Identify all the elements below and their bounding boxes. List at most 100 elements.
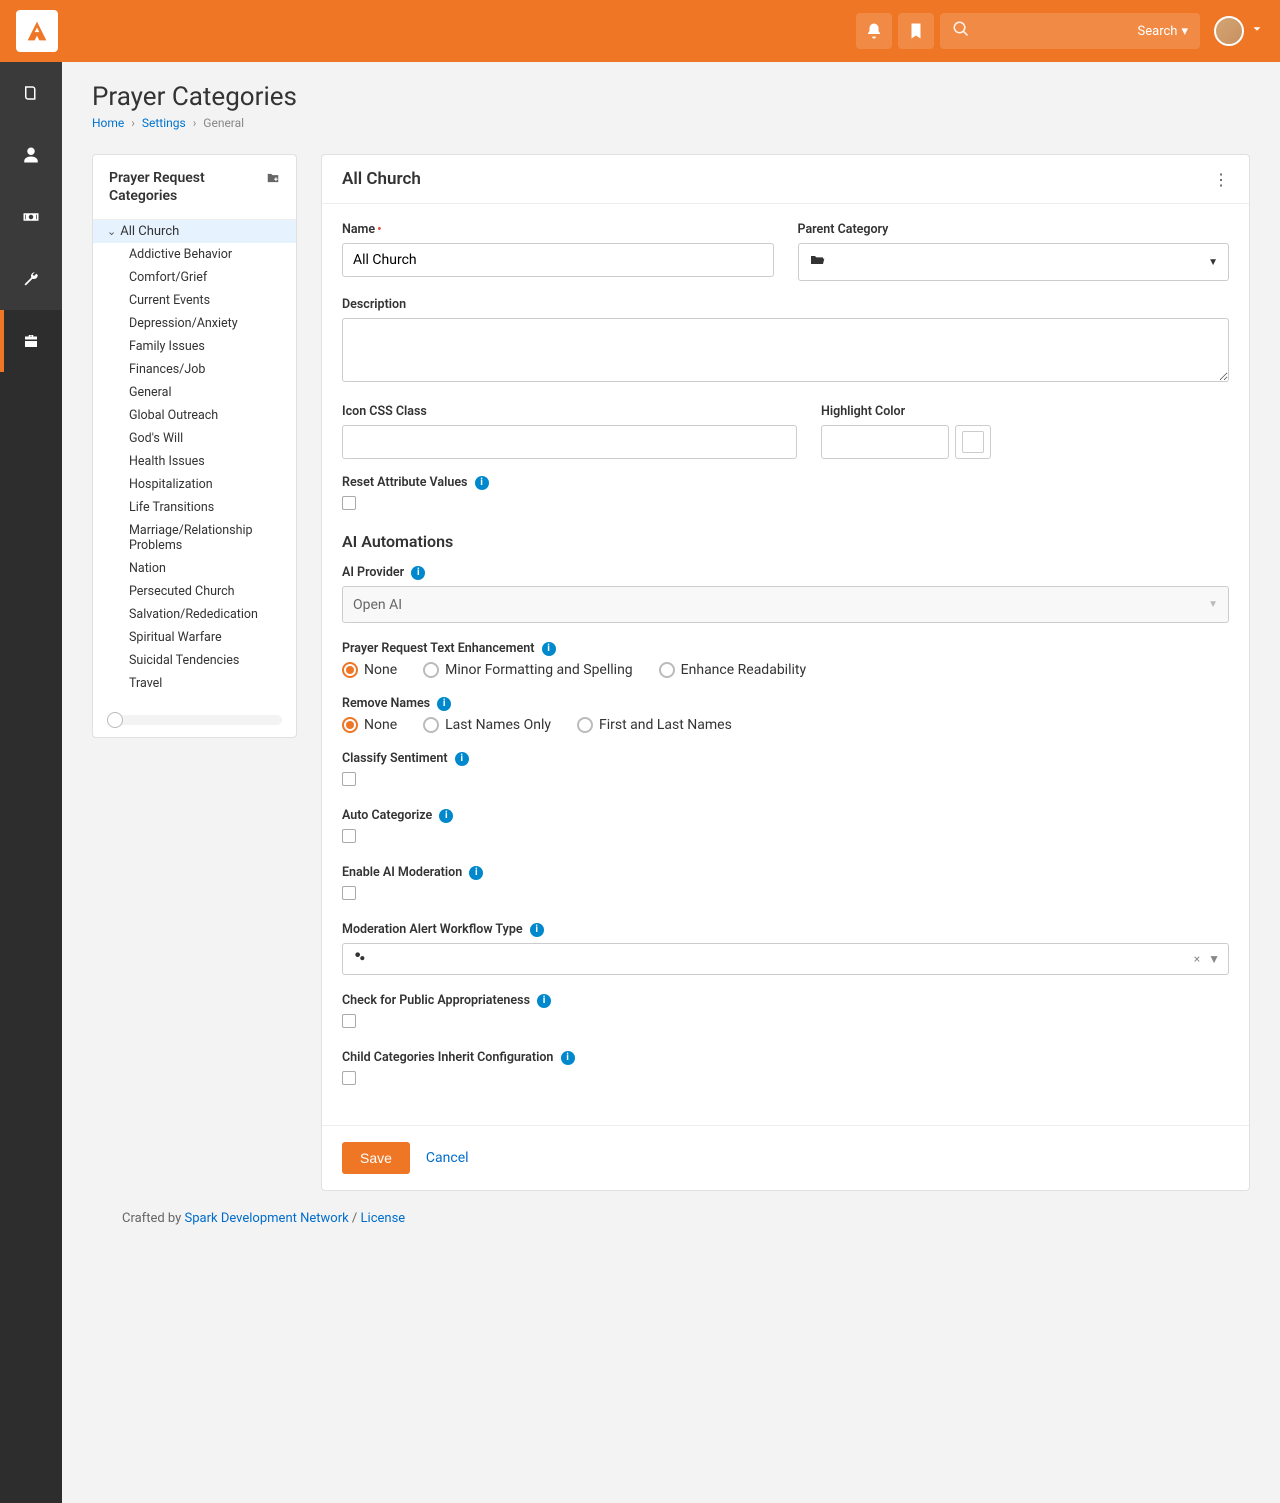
- footer-org-link[interactable]: Spark Development Network: [185, 1211, 349, 1226]
- radio-option[interactable]: Last Names Only: [423, 717, 551, 733]
- radio-option[interactable]: None: [342, 717, 397, 733]
- radio-option[interactable]: First and Last Names: [577, 717, 732, 733]
- tree-item[interactable]: Travel: [93, 672, 296, 695]
- search-input-wrap[interactable]: Search ▾: [940, 13, 1200, 49]
- search-icon: [952, 20, 970, 42]
- enable-moderation-label: Enable AI Moderation i: [342, 865, 1229, 880]
- tree-item[interactable]: Spiritual Warfare: [93, 626, 296, 649]
- tree-item[interactable]: Salvation/Rededication: [93, 603, 296, 626]
- name-label: Name•: [342, 222, 774, 237]
- nav-item-person[interactable]: [0, 124, 62, 186]
- page-title: Prayer Categories: [92, 82, 1250, 112]
- tree-item[interactable]: Global Outreach: [93, 404, 296, 427]
- nav-item-wrench[interactable]: [0, 248, 62, 310]
- save-button[interactable]: Save: [342, 1142, 410, 1174]
- tree-root-item[interactable]: ⌄ All Church: [93, 220, 296, 243]
- description-input[interactable]: [342, 318, 1229, 382]
- search-dropdown[interactable]: Search ▾: [1138, 24, 1188, 39]
- public-appropriateness-label: Check for Public Appropriateness i: [342, 993, 1229, 1008]
- highlight-color-label: Highlight Color: [821, 404, 1229, 419]
- tree-item[interactable]: Health Issues: [93, 450, 296, 473]
- auto-categorize-checkbox[interactable]: [342, 829, 356, 843]
- workflow-type-picker[interactable]: × ▼: [342, 943, 1229, 975]
- user-menu-caret[interactable]: [1250, 20, 1264, 42]
- radio-dot: [577, 717, 593, 733]
- reset-attributes-label: Reset Attribute Values i: [342, 475, 1229, 490]
- radio-dot: [342, 717, 358, 733]
- add-folder-icon[interactable]: [266, 171, 280, 189]
- tree-item[interactable]: Persecuted Church: [93, 580, 296, 603]
- breadcrumb: Home › Settings › General: [92, 116, 1250, 130]
- avatar[interactable]: [1214, 16, 1244, 46]
- category-tree: ⌄ All Church Addictive BehaviorComfort/G…: [93, 220, 296, 703]
- tree-item[interactable]: General: [93, 381, 296, 404]
- info-icon[interactable]: i: [455, 752, 469, 766]
- info-icon[interactable]: i: [411, 566, 425, 580]
- nav-item-book[interactable]: [0, 62, 62, 124]
- classify-sentiment-checkbox[interactable]: [342, 772, 356, 786]
- classify-sentiment-label: Classify Sentiment i: [342, 751, 1229, 766]
- tree-item[interactable]: Comfort/Grief: [93, 266, 296, 289]
- tree-item[interactable]: Addictive Behavior: [93, 243, 296, 266]
- info-icon[interactable]: i: [537, 994, 551, 1008]
- info-icon[interactable]: i: [469, 866, 483, 880]
- ai-provider-select[interactable]: Open AI ▼: [342, 586, 1229, 623]
- tree-scrollbar[interactable]: [93, 703, 296, 737]
- reset-attributes-checkbox[interactable]: [342, 496, 356, 510]
- name-input[interactable]: [342, 243, 774, 277]
- color-swatch[interactable]: [955, 425, 991, 459]
- breadcrumb-settings[interactable]: Settings: [142, 116, 186, 130]
- tree-item[interactable]: Marriage/Relationship Problems: [93, 519, 296, 557]
- info-icon[interactable]: i: [437, 697, 451, 711]
- cancel-button[interactable]: Cancel: [426, 1150, 469, 1166]
- tree-item[interactable]: Family Issues: [93, 335, 296, 358]
- highlight-color-input[interactable]: [821, 425, 949, 459]
- tree-item[interactable]: Suicidal Tendencies: [93, 649, 296, 672]
- clear-icon[interactable]: ×: [1194, 952, 1200, 966]
- inherit-config-checkbox[interactable]: [342, 1071, 356, 1085]
- description-label: Description: [342, 297, 1229, 312]
- auto-categorize-label: Auto Categorize i: [342, 808, 1229, 823]
- info-icon[interactable]: i: [439, 809, 453, 823]
- app-logo[interactable]: [16, 10, 58, 52]
- tree-item[interactable]: God's Will: [93, 427, 296, 450]
- category-editor: All Church ⋮ Name• Parent Category: [321, 154, 1250, 1191]
- icon-css-label: Icon CSS Class: [342, 404, 797, 419]
- tree-item[interactable]: Depression/Anxiety: [93, 312, 296, 335]
- bookmark-icon[interactable]: [898, 13, 934, 49]
- enable-moderation-checkbox[interactable]: [342, 886, 356, 900]
- breadcrumb-home[interactable]: Home: [92, 116, 124, 130]
- info-icon[interactable]: i: [530, 923, 544, 937]
- radio-option[interactable]: Enhance Readability: [659, 662, 806, 678]
- breadcrumb-current: General: [203, 116, 244, 130]
- tree-item[interactable]: Finances/Job: [93, 358, 296, 381]
- radio-dot: [423, 717, 439, 733]
- category-tree-panel: Prayer Request Categories ⌄ All Church A…: [92, 154, 297, 738]
- radio-dot: [423, 662, 439, 678]
- tree-item[interactable]: Life Transitions: [93, 496, 296, 519]
- parent-category-label: Parent Category: [798, 222, 1230, 237]
- nav-item-toolbox[interactable]: [0, 310, 62, 372]
- notifications-icon[interactable]: [856, 13, 892, 49]
- info-icon[interactable]: i: [475, 476, 489, 490]
- info-icon[interactable]: i: [542, 642, 556, 656]
- public-appropriateness-checkbox[interactable]: [342, 1014, 356, 1028]
- remove-names-label: Remove Names i: [342, 696, 1229, 711]
- tree-item[interactable]: Nation: [93, 557, 296, 580]
- caret-down-icon: ▼: [1208, 257, 1218, 268]
- text-enhancement-label: Prayer Request Text Enhancement i: [342, 641, 1229, 656]
- left-nav: [0, 62, 62, 1503]
- radio-option[interactable]: Minor Formatting and Spelling: [423, 662, 633, 678]
- icon-css-input[interactable]: [342, 425, 797, 459]
- kebab-menu-icon[interactable]: ⋮: [1213, 170, 1229, 189]
- info-icon[interactable]: i: [561, 1051, 575, 1065]
- radio-option[interactable]: None: [342, 662, 397, 678]
- nav-item-money[interactable]: [0, 186, 62, 248]
- ai-provider-label: AI Provider i: [342, 565, 1229, 580]
- topbar: Search ▾: [0, 0, 1280, 62]
- tree-item[interactable]: Hospitalization: [93, 473, 296, 496]
- ai-section-title: AI Automations: [342, 532, 1229, 551]
- parent-category-picker[interactable]: ▼: [798, 243, 1230, 281]
- tree-item[interactable]: Current Events: [93, 289, 296, 312]
- footer-license-link[interactable]: License: [361, 1211, 406, 1226]
